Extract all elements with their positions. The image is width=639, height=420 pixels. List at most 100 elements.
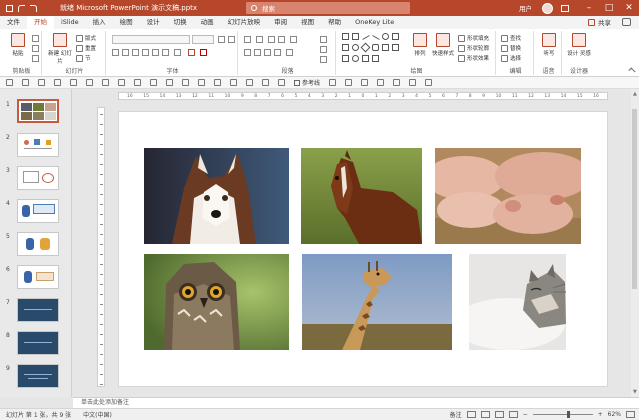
slide-sorter-icon[interactable] xyxy=(480,411,490,418)
align-left-icon[interactable] xyxy=(244,49,251,56)
shape-star-icon[interactable] xyxy=(362,55,369,62)
more-small-icon[interactable] xyxy=(425,79,433,86)
fit-slide-icon[interactable] xyxy=(626,411,635,418)
replace-button[interactable]: 替换 xyxy=(501,44,521,52)
group-small-icon[interactable] xyxy=(102,79,109,86)
align-text-icon[interactable] xyxy=(320,46,327,53)
pan-small-icon[interactable] xyxy=(393,79,401,86)
paste-button[interactable]: 粘贴 xyxy=(4,33,32,57)
slideshow-view-icon[interactable] xyxy=(508,411,518,418)
shape-rect2-icon[interactable] xyxy=(392,33,399,40)
columns-icon[interactable] xyxy=(286,49,293,56)
tab-home[interactable]: 开始 xyxy=(27,15,54,30)
shape-callout-icon[interactable] xyxy=(392,44,399,51)
design-ideas-button[interactable]: 设计 灵感 xyxy=(564,33,594,57)
strikethrough-icon[interactable] xyxy=(142,49,149,56)
shape-smiley-icon[interactable] xyxy=(352,55,359,62)
comments-icon[interactable] xyxy=(622,18,631,26)
justify-icon[interactable] xyxy=(274,49,281,56)
normal-view-icon[interactable] xyxy=(466,411,476,418)
share-button[interactable]: 共享 xyxy=(588,17,611,27)
photo-husky-dog[interactable] xyxy=(144,148,289,244)
numbering-icon[interactable] xyxy=(256,36,263,43)
shape-fill-button[interactable]: 形状填充 xyxy=(458,34,489,42)
start-show-icon[interactable] xyxy=(54,79,61,86)
format-small-icon[interactable] xyxy=(214,79,221,86)
chart-small-icon[interactable] xyxy=(182,79,189,86)
save-small-icon[interactable] xyxy=(6,79,13,86)
zoom-slider[interactable] xyxy=(532,411,593,418)
maximize-button[interactable]: □ xyxy=(599,0,619,16)
find-button[interactable]: 查找 xyxy=(501,34,521,42)
ribbon-display-icon[interactable] xyxy=(561,4,569,12)
photo-sleeping-pigs[interactable] xyxy=(435,148,581,244)
shape-textbox-icon[interactable] xyxy=(352,33,359,40)
smartart-icon[interactable] xyxy=(320,56,327,63)
underline-icon[interactable] xyxy=(132,49,139,56)
cut-icon[interactable] xyxy=(32,35,39,42)
line-spacing-icon[interactable] xyxy=(290,36,297,43)
shape-outline-button[interactable]: 形状轮廓 xyxy=(458,44,489,52)
slide-thumbnail-4[interactable] xyxy=(17,199,59,223)
rotate-small-icon[interactable] xyxy=(118,79,125,86)
section-button[interactable]: 节 xyxy=(76,54,91,62)
shape-effects-button[interactable]: 形状效果 xyxy=(458,54,489,62)
save-icon[interactable] xyxy=(6,4,13,12)
eyedropper-small-icon[interactable] xyxy=(246,79,253,86)
zoom-slider-knob[interactable] xyxy=(566,411,570,418)
notes-pane[interactable]: 单击此处添加备注 xyxy=(73,397,639,408)
slide-thumbnail-6[interactable] xyxy=(17,265,59,289)
ruler-small-icon[interactable] xyxy=(345,79,353,86)
language-indicator[interactable]: 中文(中国) xyxy=(83,410,112,419)
picture-small-icon[interactable] xyxy=(150,79,157,86)
increase-indent-icon[interactable] xyxy=(278,36,285,43)
shape-square-icon[interactable] xyxy=(342,44,349,51)
tab-islide[interactable]: iSlide xyxy=(54,16,86,29)
shadow-icon[interactable] xyxy=(152,49,159,56)
shape-rounded-icon[interactable] xyxy=(372,44,379,51)
zoom-level[interactable]: 62% xyxy=(608,411,621,418)
grid-small-icon[interactable] xyxy=(329,79,337,86)
vertical-scrollbar[interactable]: ▲ ▼ xyxy=(631,89,639,397)
layout-button[interactable]: 版式 xyxy=(76,34,96,42)
shape-more-icon[interactable] xyxy=(372,55,379,62)
photo-giraffe[interactable] xyxy=(302,254,452,350)
vertical-ruler[interactable] xyxy=(97,107,105,387)
tab-review[interactable]: 审阅 xyxy=(267,16,294,29)
bullets-icon[interactable] xyxy=(244,36,251,43)
guides-checkbox[interactable]: 参考线 xyxy=(294,78,320,87)
photo-cat-on-pillow[interactable] xyxy=(469,254,566,350)
decrease-indent-icon[interactable] xyxy=(268,36,275,43)
reading-view-icon[interactable] xyxy=(494,411,504,418)
decrease-font-icon[interactable] xyxy=(228,36,235,43)
table-small-icon[interactable] xyxy=(166,79,173,86)
shape-line-icon[interactable] xyxy=(362,35,370,40)
fit-small-icon[interactable] xyxy=(377,79,385,86)
horizontal-ruler[interactable]: 16 15 14 13 12 11 10 9 8 7 6 5 4 3 2 1 0 1 2 3 4 5 6 7 8 9 10 11 12 1… xyxy=(118,92,608,100)
char-spacing-icon[interactable] xyxy=(162,49,169,56)
zoom-in-icon[interactable]: + xyxy=(598,411,603,418)
shapes-gallery[interactable] xyxy=(342,33,402,63)
tab-slideshow[interactable]: 幻灯片放映 xyxy=(221,16,268,29)
tab-design[interactable]: 设计 xyxy=(140,16,167,29)
scroll-down-icon[interactable]: ▼ xyxy=(633,389,637,395)
notes-toggle[interactable]: 备注 xyxy=(450,410,462,419)
lock-small-icon[interactable] xyxy=(409,79,417,86)
distribute-small-icon[interactable] xyxy=(198,79,205,86)
format-painter-icon[interactable] xyxy=(32,55,39,62)
send-back-small-icon[interactable] xyxy=(278,79,285,86)
collapse-ribbon-icon[interactable] xyxy=(628,67,636,75)
photo-brown-horse[interactable] xyxy=(301,148,422,244)
shape-rect-icon[interactable] xyxy=(342,33,349,40)
search-box[interactable]: 搜索 xyxy=(246,2,410,14)
highlight-icon[interactable] xyxy=(188,49,195,56)
select-button[interactable]: 选择 xyxy=(501,54,521,62)
quick-styles-button[interactable]: 快速样式 xyxy=(430,33,456,57)
align-right-icon[interactable] xyxy=(264,49,271,56)
redo-small-icon[interactable] xyxy=(38,79,45,86)
zoom-out-icon[interactable]: − xyxy=(523,411,528,418)
scroll-up-icon[interactable]: ▲ xyxy=(633,91,637,97)
tab-transitions[interactable]: 切换 xyxy=(167,16,194,29)
shape-small-icon[interactable] xyxy=(70,79,77,86)
tab-view[interactable]: 视图 xyxy=(294,16,321,29)
